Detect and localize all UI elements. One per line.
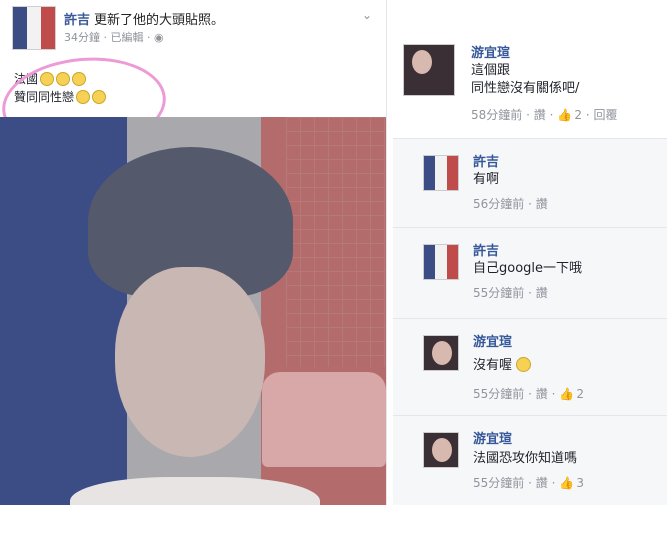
comment-time[interactable]: 55分鐘前 bbox=[473, 476, 524, 490]
comment-text-line-1: 這個跟 bbox=[471, 63, 511, 78]
post-author-line: 許吉 更新了他的大頭貼照。 bbox=[64, 9, 224, 28]
commenter-name[interactable]: 游宜瑄 bbox=[473, 428, 512, 447]
comment-time[interactable]: 58分鐘前 bbox=[471, 108, 522, 122]
comment-time[interactable]: 55分鐘前 bbox=[473, 387, 524, 401]
comment-text: 法國恐攻你知道嗎 bbox=[473, 451, 578, 466]
commenter-avatar[interactable] bbox=[423, 432, 459, 468]
comment-text: 自己google一下哦 bbox=[473, 261, 583, 276]
thumbs-up-icon: 👍 bbox=[559, 476, 575, 490]
post-header: 許吉 更新了他的大頭貼照。 34分鐘 · 已編輯 · ◉ ⌄ bbox=[0, 0, 386, 55]
comment-text: 沒有喔 bbox=[473, 357, 532, 375]
like-link[interactable]: 讚 bbox=[536, 286, 548, 300]
post-meta: 34分鐘 · 已編輯 · ◉ bbox=[64, 31, 164, 44]
laughing-emoji-icon bbox=[516, 357, 532, 372]
post-action: 更新了他的大頭貼照。 bbox=[94, 13, 225, 28]
commenter-name[interactable]: 許吉 bbox=[473, 240, 499, 259]
like-link[interactable]: 讚 bbox=[536, 387, 548, 401]
comment-meta: 55分鐘前 · 讚 · 👍 3 bbox=[473, 476, 584, 490]
comment-meta: 56分鐘前 · 讚 bbox=[473, 197, 548, 211]
like-count[interactable]: 2 bbox=[576, 387, 584, 401]
like-link[interactable]: 讚 bbox=[536, 197, 548, 211]
like-link[interactable]: 讚 bbox=[536, 476, 548, 490]
reply-item: 許吉 自己google一下哦 55分鐘前 · 讚 bbox=[393, 228, 667, 318]
post-time[interactable]: 34分鐘 bbox=[64, 31, 100, 44]
globe-icon: ◉ bbox=[154, 31, 164, 44]
comment-thread: 游宜瑄 這個跟 同性戀沒有關係吧/ 58分鐘前 · 讚 · 👍 2 · 回覆 許吉 … bbox=[393, 0, 667, 505]
chevron-down-icon[interactable]: ⌄ bbox=[362, 8, 372, 22]
person-face bbox=[115, 267, 265, 457]
comment-text-line-2: 同性戀沒有關係吧/ bbox=[471, 81, 580, 96]
author-avatar[interactable] bbox=[12, 6, 56, 50]
comment-meta: 55分鐘前 · 讚 · 👍 2 bbox=[473, 387, 584, 401]
commenter-avatar[interactable] bbox=[423, 244, 459, 280]
comment-time[interactable]: 55分鐘前 bbox=[473, 286, 524, 300]
comment-meta: 55分鐘前 · 讚 bbox=[473, 286, 548, 300]
reply-item: 許吉 有啊 56分鐘前 · 讚 bbox=[393, 139, 667, 227]
post-author-name[interactable]: 許吉 bbox=[64, 13, 90, 28]
reply-item: 游宜瑄 沒有喔 55分鐘前 · 讚 · 👍 2 bbox=[393, 319, 667, 415]
reply-item: 游宜瑄 法國恐攻你知道嗎 55分鐘前 · 讚 · 👍 3 bbox=[393, 416, 667, 505]
commenter-name[interactable]: 游宜瑄 bbox=[471, 42, 510, 61]
profile-photo[interactable] bbox=[0, 117, 386, 505]
parked-car bbox=[262, 372, 386, 467]
comment-meta: 58分鐘前 · 讚 · 👍 2 · 回覆 bbox=[471, 108, 618, 122]
commenter-name[interactable]: 許吉 bbox=[473, 151, 499, 170]
comment-item: 游宜瑄 這個跟 同性戀沒有關係吧/ 58分鐘前 · 讚 · 👍 2 · 回覆 bbox=[393, 0, 667, 137]
reply-link[interactable]: 回覆 bbox=[593, 108, 617, 122]
thumbs-up-icon: 👍 bbox=[557, 108, 573, 122]
commenter-avatar[interactable] bbox=[423, 335, 459, 371]
commenter-avatar[interactable] bbox=[423, 155, 459, 191]
commenter-avatar[interactable] bbox=[403, 44, 455, 96]
facebook-post: 許吉 更新了他的大頭貼照。 34分鐘 · 已編輯 · ◉ ⌄ 法國 贊同同性戀 bbox=[0, 0, 387, 505]
building-wall bbox=[286, 117, 386, 367]
like-count[interactable]: 3 bbox=[576, 476, 584, 490]
like-count[interactable]: 2 bbox=[574, 108, 582, 122]
comment-text: 有啊 bbox=[473, 172, 500, 187]
post-edited[interactable]: 已編輯 bbox=[111, 31, 144, 44]
thumbs-up-icon: 👍 bbox=[559, 387, 575, 401]
like-link[interactable]: 讚 bbox=[534, 108, 546, 122]
comment-time[interactable]: 56分鐘前 bbox=[473, 197, 524, 211]
commenter-name[interactable]: 游宜瑄 bbox=[473, 331, 512, 350]
flag-band-blue bbox=[0, 117, 127, 505]
